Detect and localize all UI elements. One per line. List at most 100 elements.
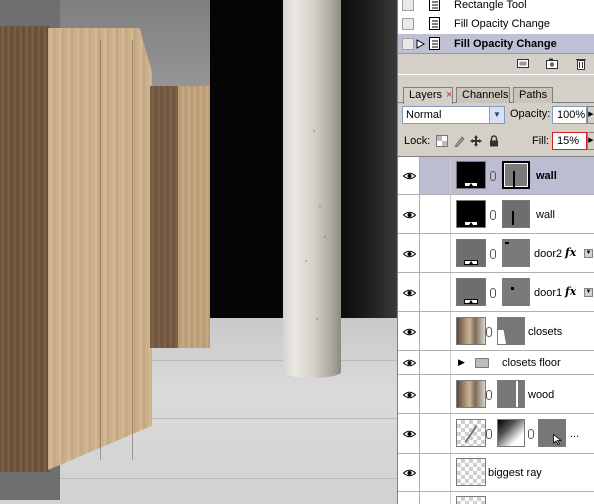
layer-thumbnail <box>456 317 486 345</box>
new-document-from-state-icon[interactable] <box>516 57 530 70</box>
expand-group-icon[interactable]: ▶ <box>458 357 465 368</box>
tab-paths[interactable]: Paths <box>513 87 553 103</box>
layer-row[interactable]: biggest ray <box>398 454 594 492</box>
opacity-field[interactable]: 100% <box>552 106 587 124</box>
trash-icon[interactable] <box>574 57 588 70</box>
layer-mask-link-icon[interactable] <box>490 210 496 220</box>
layer-link-cell[interactable] <box>420 195 451 233</box>
tab-layers[interactable]: Layers × <box>403 87 453 104</box>
layer-visibility-toggle[interactable] <box>398 157 420 194</box>
tab-label: Layers <box>409 89 443 101</box>
layer-vector-mask-thumbnail[interactable] <box>502 161 530 189</box>
layer-link-cell[interactable] <box>420 375 451 413</box>
history-item[interactable]: Rectangle Tool <box>398 0 594 14</box>
history-toolbar <box>398 54 594 74</box>
layer-mask-link-icon[interactable] <box>486 390 492 400</box>
layer-row[interactable]: wood <box>398 375 594 414</box>
layer-name[interactable]: wood <box>528 389 554 401</box>
history-brush-source-checkbox[interactable] <box>402 37 414 50</box>
fill-layer-icon <box>464 299 478 304</box>
layer-vector-mask-thumbnail[interactable] <box>538 419 566 447</box>
chevron-down-icon[interactable]: ▼ <box>489 107 504 123</box>
layer-row[interactable]: closets <box>398 312 594 351</box>
layer-row[interactable]: wall <box>398 157 594 195</box>
eye-icon <box>403 391 416 399</box>
history-current-state-slider-icon[interactable] <box>416 38 426 49</box>
history-item-label: Rectangle Tool <box>454 0 527 11</box>
layer-visibility-toggle[interactable] <box>398 454 420 491</box>
layer-visibility-toggle[interactable] <box>398 414 420 453</box>
lock-position-icon[interactable] <box>470 135 482 147</box>
layer-row[interactable]: ... <box>398 414 594 454</box>
layer-thumbnail <box>456 239 486 267</box>
layer-row[interactable]: door1 fx ▼ <box>398 273 594 312</box>
history-state-icon <box>429 16 440 30</box>
layer-name[interactable]: door2 <box>534 248 562 260</box>
tab-label: Paths <box>519 89 548 101</box>
closet-back-side <box>150 86 178 348</box>
opacity-slider-arrow-icon[interactable]: ▶ <box>587 106 594 124</box>
layer-link-cell[interactable] <box>420 273 451 311</box>
layer-link-cell[interactable] <box>420 454 451 491</box>
layer-row[interactable] <box>398 492 594 504</box>
layer-mask-thumbnail[interactable] <box>497 317 525 345</box>
layer-name[interactable]: door1 <box>534 287 562 299</box>
expand-effects-icon[interactable]: ▼ <box>584 288 593 297</box>
layer-name[interactable]: wall <box>536 209 555 221</box>
fill-field[interactable]: 15% <box>552 132 587 150</box>
layer-link-cell[interactable] <box>420 414 451 453</box>
close-icon[interactable]: × <box>446 89 452 101</box>
layer-link-cell[interactable] <box>420 312 451 350</box>
history-item[interactable]: Fill Opacity Change <box>398 14 594 33</box>
layer-visibility-toggle[interactable] <box>398 492 420 504</box>
layer-mask-link-icon[interactable] <box>528 429 534 439</box>
history-item-selected[interactable]: Fill Opacity Change <box>398 34 594 53</box>
layer-mask-link-icon[interactable] <box>490 288 496 298</box>
layer-link-cell[interactable] <box>420 157 451 194</box>
layers-panel-tabs: Layers × Channels Paths <box>398 86 594 104</box>
layer-effects-icon[interactable]: fx <box>565 285 576 298</box>
layer-link-cell[interactable] <box>420 351 451 374</box>
layer-visibility-toggle[interactable] <box>398 375 420 413</box>
layer-group-row[interactable]: ▶ closets floor <box>398 351 594 375</box>
layer-mask-thumbnail[interactable] <box>497 419 525 447</box>
lock-image-icon[interactable] <box>453 135 465 147</box>
fill-slider-arrow-icon[interactable]: ▶ <box>587 132 594 150</box>
cursor-icon <box>553 434 562 445</box>
layer-mask-thumbnail[interactable] <box>497 380 525 408</box>
layer-row[interactable]: wall <box>398 195 594 234</box>
layer-vector-mask-thumbnail[interactable] <box>502 200 530 228</box>
blend-mode-select[interactable]: Normal ▼ <box>402 106 505 124</box>
layer-name[interactable]: wall <box>536 170 557 182</box>
history-brush-source-checkbox[interactable] <box>402 17 414 30</box>
layer-link-cell[interactable] <box>420 492 451 504</box>
layer-row[interactable]: door2 fx ▼ <box>398 234 594 273</box>
layer-link-cell[interactable] <box>420 234 451 272</box>
layer-visibility-toggle[interactable] <box>398 234 420 272</box>
layer-mask-link-icon[interactable] <box>490 249 496 259</box>
layer-name[interactable]: ... <box>570 428 579 440</box>
layer-visibility-toggle[interactable] <box>398 351 420 374</box>
tab-channels[interactable]: Channels <box>456 87 510 103</box>
layer-name[interactable]: closets floor <box>502 357 561 369</box>
new-snapshot-icon[interactable] <box>545 57 559 70</box>
layer-mask-link-icon[interactable] <box>486 327 492 337</box>
layer-mask-link-icon[interactable] <box>490 171 496 181</box>
lock-transparency-icon[interactable] <box>436 135 448 147</box>
lock-all-icon[interactable] <box>488 135 500 147</box>
history-state-icon <box>429 36 440 50</box>
mask-shape <box>511 287 514 290</box>
layer-name[interactable]: closets <box>528 326 562 338</box>
layer-visibility-toggle[interactable] <box>398 273 420 311</box>
history-brush-source-checkbox[interactable] <box>402 0 414 11</box>
layer-visibility-toggle[interactable] <box>398 195 420 233</box>
layer-mask-link-icon[interactable] <box>486 429 492 439</box>
layer-name[interactable]: biggest ray <box>488 467 542 479</box>
layer-effects-icon[interactable]: fx <box>565 246 576 259</box>
document-canvas[interactable] <box>0 0 397 504</box>
layer-vector-mask-thumbnail[interactable] <box>502 239 530 267</box>
expand-effects-icon[interactable]: ▼ <box>584 249 593 258</box>
layer-visibility-toggle[interactable] <box>398 312 420 350</box>
column-speck <box>324 236 326 238</box>
layer-vector-mask-thumbnail[interactable] <box>502 278 530 306</box>
